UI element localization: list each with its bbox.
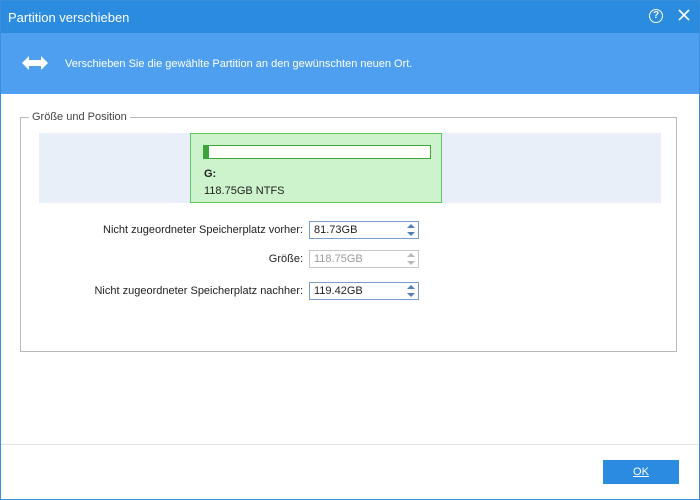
close-icon[interactable]: [676, 7, 692, 23]
before-value: 81.73GB: [314, 224, 358, 236]
ok-button[interactable]: OK: [603, 460, 679, 484]
size-row: Größe:: [41, 250, 303, 268]
size-value: 118.75GB: [314, 253, 363, 265]
footer-divider: [1, 444, 699, 445]
move-arrows-icon: [22, 56, 48, 70]
spin-arrows-icon[interactable]: [406, 223, 416, 237]
partition-letter: G:: [204, 168, 217, 180]
partition-block[interactable]: G: 118.75GB NTFS: [190, 133, 442, 203]
help-icon[interactable]: ?: [649, 9, 663, 23]
title-bar: Partition verschieben ?: [1, 1, 699, 33]
before-row: Nicht zugeordneter Speicherplatz vorher:: [41, 221, 303, 239]
window-title: Partition verschieben: [8, 10, 130, 25]
move-partition-dialog: Partition verschieben ? Verschieben Sie …: [0, 0, 700, 500]
before-spinbox[interactable]: 81.73GB: [309, 221, 419, 239]
spin-arrows-icon[interactable]: [406, 284, 416, 298]
usage-bar: [203, 145, 431, 159]
size-label: Größe:: [268, 253, 303, 265]
group-legend: Größe und Position: [32, 111, 127, 123]
size-spinbox: 118.75GB: [309, 250, 419, 268]
spin-arrows-icon: [407, 253, 415, 265]
partition-info: 118.75GB NTFS: [204, 185, 285, 197]
after-spinbox[interactable]: 119.42GB: [309, 282, 419, 300]
after-row: Nicht zugeordneter Speicherplatz nachher…: [41, 282, 303, 300]
after-value: 119.42GB: [314, 285, 363, 297]
banner-description: Verschieben Sie die gewählte Partition a…: [65, 58, 413, 70]
usage-bar-fill: [204, 146, 209, 158]
info-banner: Verschieben Sie die gewählte Partition a…: [1, 33, 699, 94]
before-label: Nicht zugeordneter Speicherplatz vorher:: [103, 224, 303, 236]
after-label: Nicht zugeordneter Speicherplatz nachher…: [94, 285, 303, 297]
